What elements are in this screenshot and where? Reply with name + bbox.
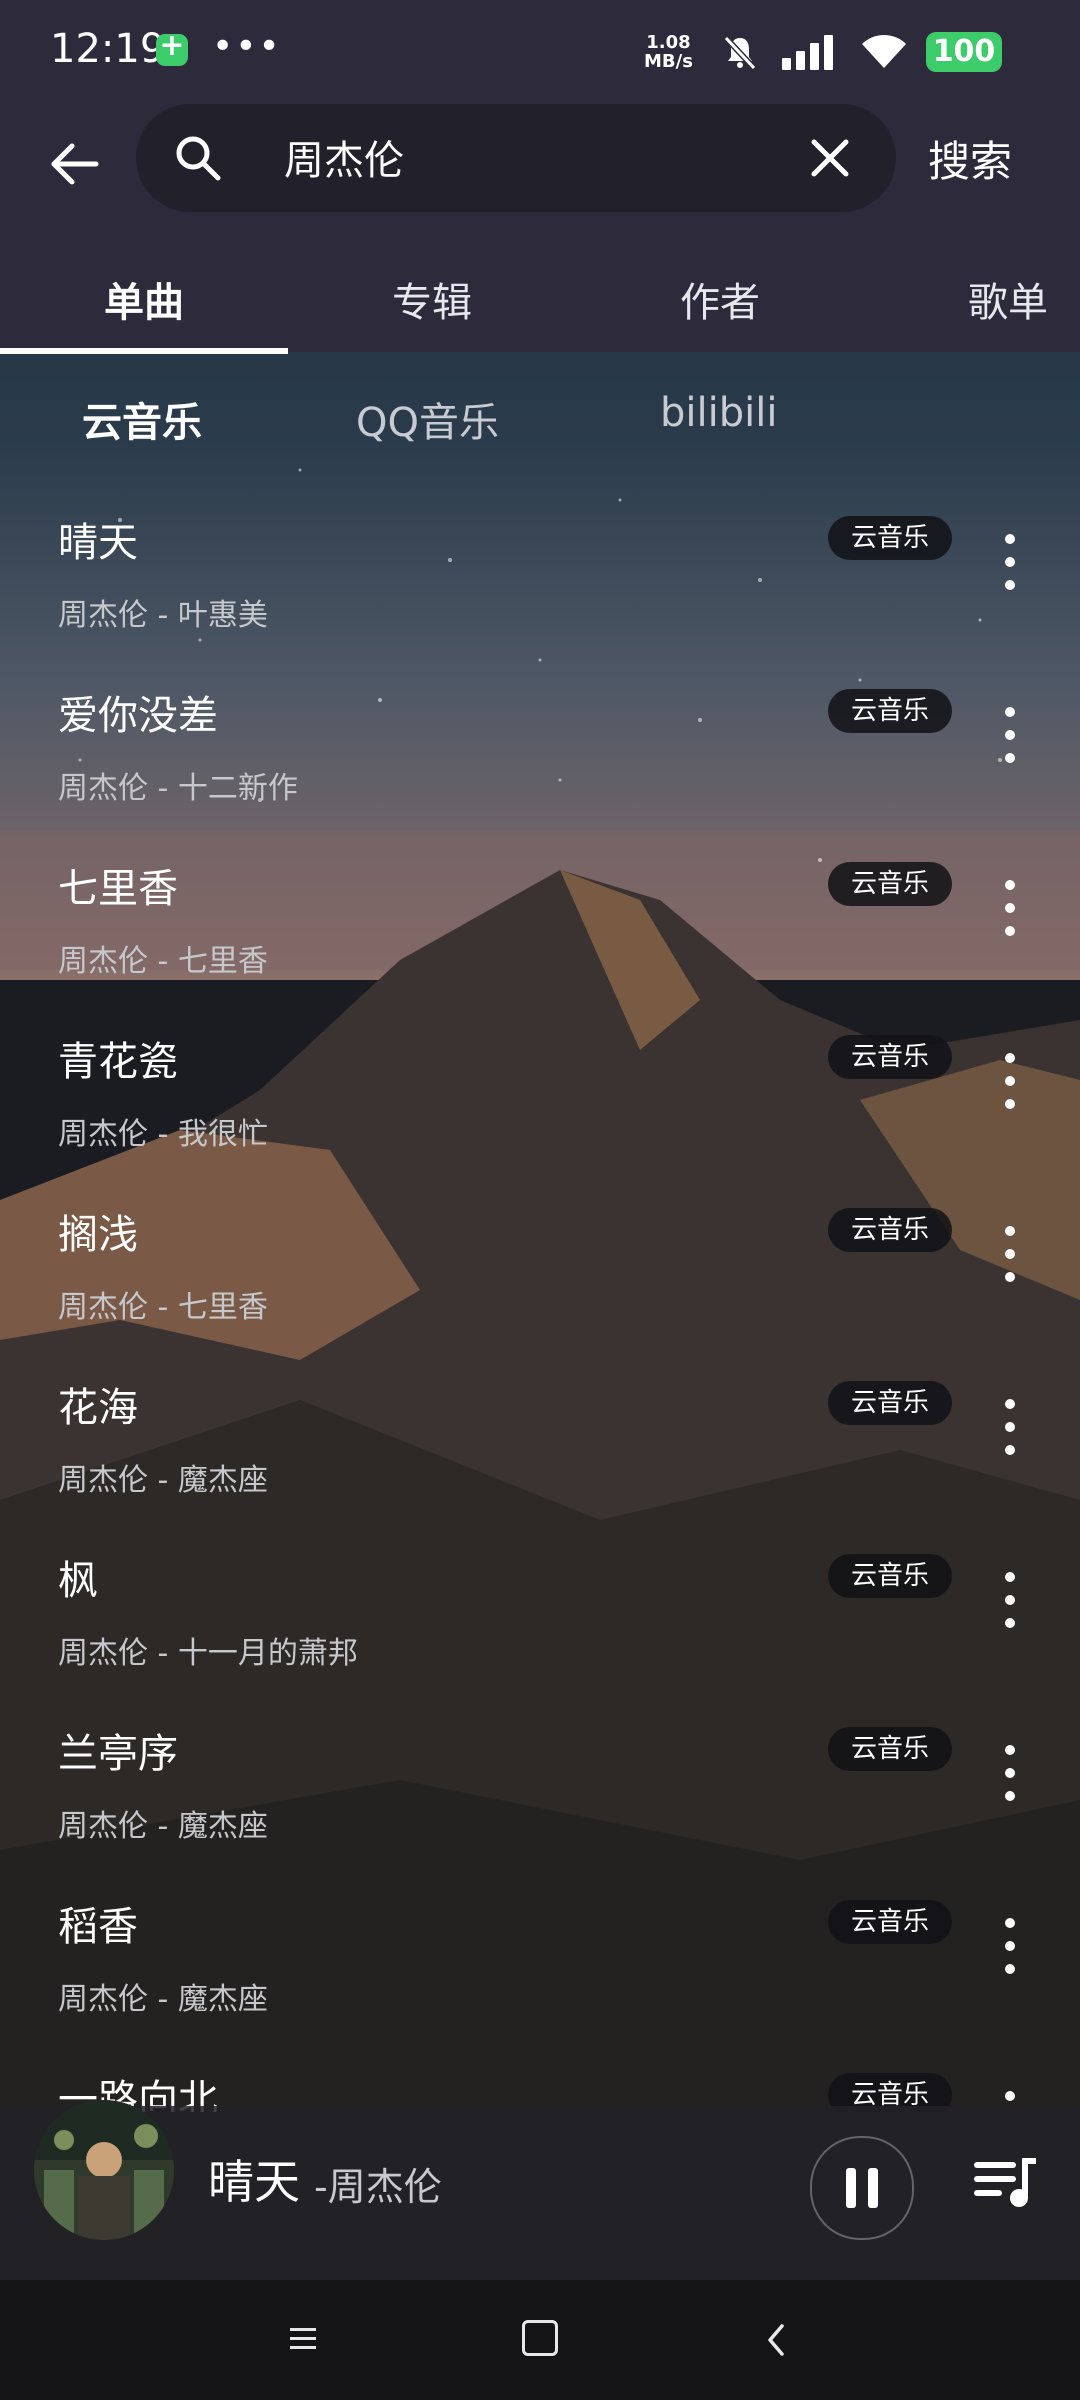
song-subtitle: 周杰伦 - 魔杰座 bbox=[58, 1809, 268, 1844]
clear-icon[interactable] bbox=[802, 130, 858, 186]
more-vertical-icon[interactable] bbox=[996, 1224, 1024, 1284]
network-speed-unit: MB/s bbox=[644, 51, 693, 72]
search-input[interactable]: 周杰伦 bbox=[136, 104, 896, 212]
search-row: 周杰伦 搜索 bbox=[0, 104, 1080, 228]
more-notifications-icon: ••• bbox=[212, 26, 282, 67]
source-badge: 云音乐 bbox=[828, 1554, 952, 1598]
nav-back-icon[interactable] bbox=[760, 2320, 794, 2360]
song-row[interactable]: 爱你没差 周杰伦 - 十二新作 云音乐 bbox=[0, 655, 1080, 828]
search-icon bbox=[176, 136, 221, 181]
song-title: 爱你没差 bbox=[58, 693, 218, 739]
tab-bar: 单曲 专辑 作者 歌单 bbox=[0, 250, 1080, 354]
source-badge: 云音乐 bbox=[828, 516, 952, 560]
song-title: 稻香 bbox=[58, 1904, 138, 1950]
wifi-icon bbox=[862, 35, 906, 68]
more-vertical-icon[interactable] bbox=[996, 705, 1024, 765]
more-vertical-icon[interactable] bbox=[996, 1743, 1024, 1803]
menu-icon[interactable] bbox=[286, 2322, 320, 2356]
more-vertical-icon[interactable] bbox=[996, 532, 1024, 592]
source-badge: 云音乐 bbox=[828, 862, 952, 906]
top-bar: 12:19 ••• 1.08 MB/s 100 bbox=[0, 0, 1080, 354]
song-row[interactable]: 搁浅 周杰伦 - 七里香 云音乐 bbox=[0, 1174, 1080, 1347]
song-subtitle: 周杰伦 - 七里香 bbox=[58, 1290, 268, 1325]
song-subtitle: 周杰伦 - 七里香 bbox=[58, 944, 268, 979]
song-subtitle: 周杰伦 - 叶惠美 bbox=[58, 598, 268, 633]
source-badge: 云音乐 bbox=[828, 689, 952, 733]
source-selector: 云音乐 QQ音乐 bilibili bbox=[0, 352, 1080, 482]
search-button[interactable]: 搜索 bbox=[928, 128, 1012, 189]
network-speed: 1.08 MB/s bbox=[644, 33, 693, 71]
pause-button[interactable] bbox=[810, 2136, 914, 2240]
song-title: 青花瓷 bbox=[58, 1039, 178, 1085]
search-query[interactable]: 周杰伦 bbox=[284, 128, 404, 186]
source-badge: 云音乐 bbox=[828, 1727, 952, 1771]
song-list: 晴天 周杰伦 - 叶惠美 云音乐 爱你没差 周杰伦 - 十二新作 云音乐 七里香… bbox=[0, 482, 1080, 2112]
song-subtitle: 周杰伦 - 魔杰座 bbox=[58, 1463, 268, 1498]
song-row[interactable]: 花海 周杰伦 - 魔杰座 云音乐 bbox=[0, 1347, 1080, 1520]
song-title: 七里香 bbox=[58, 866, 178, 912]
song-row[interactable]: 七里香 周杰伦 - 七里香 云音乐 bbox=[0, 828, 1080, 1001]
signal-icon bbox=[782, 35, 833, 70]
more-vertical-icon[interactable] bbox=[996, 1570, 1024, 1630]
source-badge: 云音乐 bbox=[828, 1208, 952, 1252]
song-subtitle: 周杰伦 - 十二新作 bbox=[58, 771, 298, 806]
song-row[interactable]: 青花瓷 周杰伦 - 我很忙 云音乐 bbox=[0, 1001, 1080, 1174]
mini-player[interactable]: 晴天 -周杰伦 bbox=[0, 2100, 1080, 2280]
playlist-icon[interactable] bbox=[970, 2148, 1040, 2214]
song-title: 搁浅 bbox=[58, 1212, 138, 1258]
tab-playlists[interactable]: 歌单 bbox=[864, 270, 1080, 328]
more-vertical-icon[interactable] bbox=[996, 1397, 1024, 1457]
song-row[interactable]: 枫 周杰伦 - 十一月的萧邦 云音乐 bbox=[0, 1520, 1080, 1693]
battery-icon: 100 bbox=[926, 32, 1002, 72]
song-row[interactable]: 晴天 周杰伦 - 叶惠美 云音乐 bbox=[0, 482, 1080, 655]
system-nav-bar bbox=[0, 2280, 1080, 2400]
album-cover[interactable] bbox=[34, 2100, 174, 2240]
source-bilibili[interactable]: bilibili bbox=[660, 390, 777, 436]
now-playing-artist: -周杰伦 bbox=[314, 2165, 442, 2209]
home-icon[interactable] bbox=[522, 2320, 558, 2356]
song-subtitle: 周杰伦 - 十一月的萧邦 bbox=[58, 1636, 358, 1671]
more-vertical-icon[interactable] bbox=[996, 878, 1024, 938]
song-row[interactable]: 兰亭序 周杰伦 - 魔杰座 云音乐 bbox=[0, 1693, 1080, 1866]
source-netease[interactable]: 云音乐 bbox=[82, 390, 202, 448]
song-subtitle: 周杰伦 - 魔杰座 bbox=[58, 1982, 268, 2017]
tab-albums[interactable]: 专辑 bbox=[288, 270, 576, 328]
status-bar: 12:19 ••• 1.08 MB/s 100 bbox=[0, 0, 1080, 104]
more-vertical-icon[interactable] bbox=[996, 1051, 1024, 1111]
now-playing-title: 晴天 bbox=[208, 2155, 300, 2209]
tab-artists[interactable]: 作者 bbox=[576, 270, 864, 328]
tab-songs[interactable]: 单曲 bbox=[0, 270, 288, 328]
song-title: 花海 bbox=[58, 1385, 138, 1431]
source-badge: 云音乐 bbox=[828, 1900, 952, 1944]
song-title: 枫 bbox=[58, 1558, 98, 1604]
song-title: 兰亭序 bbox=[58, 1731, 178, 1777]
bell-muted-icon bbox=[723, 35, 757, 71]
source-qq-music[interactable]: QQ音乐 bbox=[356, 390, 499, 448]
status-time: 12:19 bbox=[50, 26, 166, 72]
source-badge: 云音乐 bbox=[828, 1381, 952, 1425]
song-row[interactable]: 稻香 周杰伦 - 魔杰座 云音乐 bbox=[0, 1866, 1080, 2039]
shield-icon bbox=[156, 28, 188, 66]
more-vertical-icon[interactable] bbox=[996, 1916, 1024, 1976]
source-badge: 云音乐 bbox=[828, 1035, 952, 1079]
song-row[interactable]: 一路向北 云音乐 bbox=[0, 2039, 1080, 2112]
back-arrow-icon[interactable] bbox=[44, 132, 108, 196]
song-subtitle: 周杰伦 - 我很忙 bbox=[58, 1117, 268, 1152]
song-title: 晴天 bbox=[58, 520, 138, 566]
network-speed-value: 1.08 bbox=[646, 32, 691, 53]
